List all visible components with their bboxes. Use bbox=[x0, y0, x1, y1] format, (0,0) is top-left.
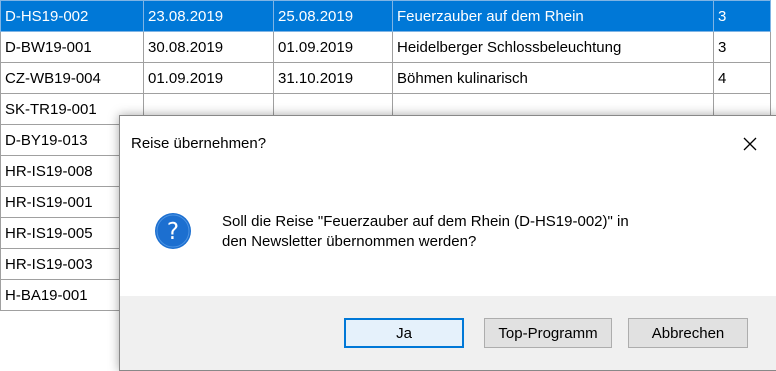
count-cell[interactable]: 4 bbox=[713, 62, 771, 94]
dialog-body: ? Soll die Reise "Feuerzauber auf dem Rh… bbox=[120, 172, 776, 296]
trip-title-cell[interactable]: Böhmen kulinarisch bbox=[392, 62, 714, 94]
table-row[interactable]: D-HS19-002 23.08.2019 25.08.2019 Feuerzaube… bbox=[0, 0, 771, 32]
dialog-button-bar: Ja Top-Programm Abbrechen bbox=[120, 296, 776, 370]
dialog-message-line1: Soll die Reise "Feuerzauber auf dem Rhei… bbox=[222, 213, 629, 230]
close-icon bbox=[743, 137, 757, 151]
count-cell[interactable]: 3 bbox=[713, 31, 771, 63]
trip-code-cell[interactable]: CZ-WB19-004 bbox=[0, 62, 144, 94]
question-icon: ? bbox=[155, 213, 191, 249]
end-date-cell[interactable]: 25.08.2019 bbox=[273, 0, 393, 32]
trip-title-cell[interactable]: Feuerzauber auf dem Rhein bbox=[392, 0, 714, 32]
yes-button[interactable]: Ja bbox=[344, 318, 464, 348]
top-program-button[interactable]: Top-Programm bbox=[484, 318, 612, 348]
svg-text:?: ? bbox=[167, 219, 179, 245]
start-date-cell[interactable]: 30.08.2019 bbox=[143, 31, 274, 63]
dialog-message-line2: den Newsletter übernommen werden? bbox=[222, 233, 477, 250]
close-button[interactable] bbox=[722, 116, 776, 172]
dialog-title: Reise übernehmen? bbox=[131, 135, 267, 152]
dialog-message: Soll die Reise "Feuerzauber auf dem Rhei… bbox=[222, 212, 742, 252]
table-row[interactable]: D-BW19-001 30.08.2019 01.09.2019 Heidelberg… bbox=[0, 31, 771, 63]
start-date-cell[interactable]: 01.09.2019 bbox=[143, 62, 274, 94]
count-cell[interactable]: 3 bbox=[713, 0, 771, 32]
table-row[interactable]: CZ-WB19-004 01.09.2019 31.10.2019 Böhmen ku… bbox=[0, 62, 771, 94]
end-date-cell[interactable]: 31.10.2019 bbox=[273, 62, 393, 94]
trip-code-cell[interactable]: D-BW19-001 bbox=[0, 31, 144, 63]
cancel-button[interactable]: Abbrechen bbox=[628, 318, 748, 348]
dialog-title-bar: Reise übernehmen? bbox=[120, 116, 776, 172]
trip-code-cell[interactable]: D-HS19-002 bbox=[0, 0, 144, 32]
confirm-dialog: Reise übernehmen? ? Soll die Reise "Feue… bbox=[119, 115, 776, 371]
start-date-cell[interactable]: 23.08.2019 bbox=[143, 0, 274, 32]
end-date-cell[interactable]: 01.09.2019 bbox=[273, 31, 393, 63]
trip-title-cell[interactable]: Heidelberger Schlossbeleuchtung bbox=[392, 31, 714, 63]
